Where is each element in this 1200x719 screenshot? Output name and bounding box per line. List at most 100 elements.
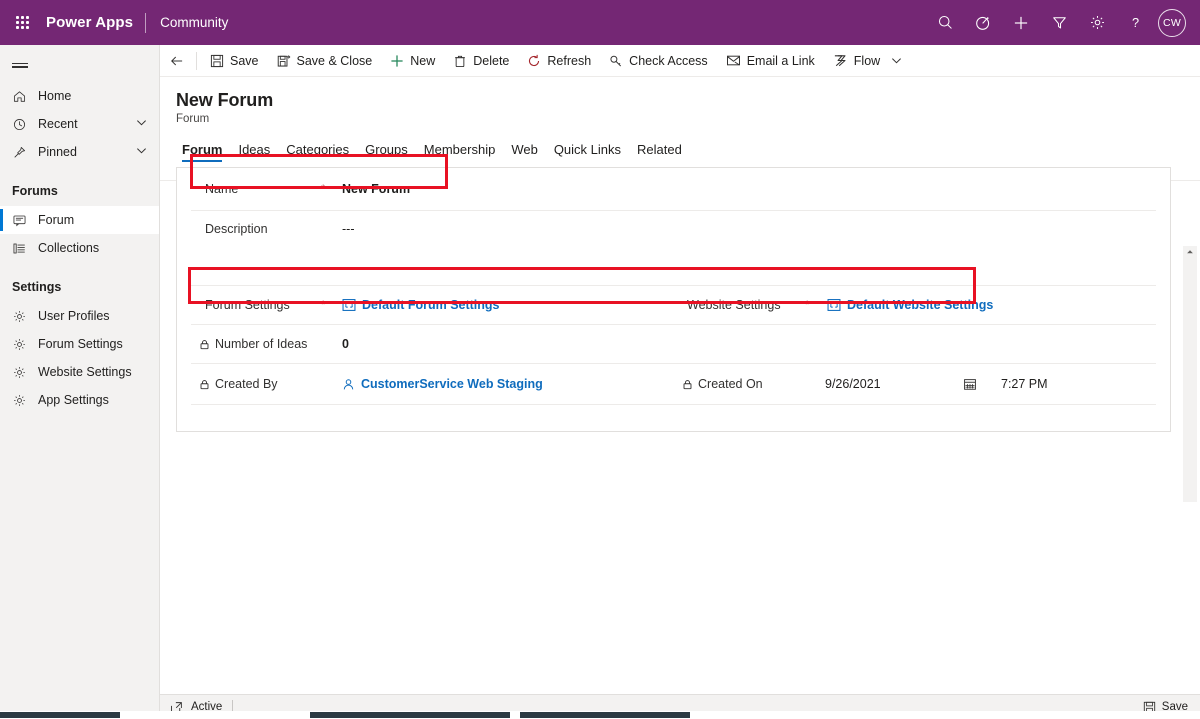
website-settings-value: Default Website Settings [847, 298, 994, 312]
tab-membership[interactable]: Membership [416, 142, 504, 162]
created-on-date: 9/26/2021 [825, 377, 881, 391]
app-header: Power Apps Community ? CW [0, 0, 1200, 45]
avatar[interactable]: CW [1158, 8, 1186, 37]
form-row-settings: Forum Settings * Default Forum Settings … [177, 286, 1170, 324]
key-icon [609, 54, 623, 68]
help-icon[interactable]: ? [1116, 0, 1154, 45]
save-and-close-label: Save & Close [296, 53, 373, 68]
flow-button[interactable]: Flow [824, 45, 889, 77]
chevron-down-icon[interactable] [136, 117, 159, 131]
name-label: Name [205, 182, 239, 196]
sidebar-item-app-settings[interactable]: App Settings [0, 386, 159, 414]
sidebar-item-label: Forum Settings [38, 337, 123, 351]
settings-icon[interactable] [1078, 0, 1116, 45]
page-subtitle: Forum [176, 113, 210, 125]
scroll-thumb[interactable] [0, 712, 120, 718]
horizontal-scrollbar[interactable] [0, 711, 1200, 719]
chevron-down-icon[interactable] [136, 145, 159, 159]
sidebar-item-website-settings[interactable]: Website Settings [0, 358, 159, 386]
trash-icon [453, 54, 467, 68]
lock-icon [199, 339, 210, 350]
name-required-marker: * [321, 183, 326, 195]
tab-categories[interactable]: Categories [278, 142, 357, 162]
pin-icon [12, 145, 34, 160]
gear-icon [12, 365, 34, 380]
name-input[interactable]: New Forum [342, 182, 410, 196]
command-divider [196, 51, 197, 70]
tab-related[interactable]: Related [629, 142, 690, 162]
description-input[interactable]: --- [342, 222, 355, 236]
tab-quick-links[interactable]: Quick Links [546, 142, 629, 162]
back-arrow-icon[interactable] [160, 45, 194, 77]
form-row-created: Created By CustomerService Web Staging C… [177, 364, 1170, 404]
new-button-label: New [410, 53, 436, 68]
save-button-label: Save [230, 53, 259, 68]
sidebar-item-user-profiles[interactable]: User Profiles [0, 302, 159, 330]
sidebar-item-label: Recent [38, 117, 78, 131]
delete-button[interactable]: Delete [444, 45, 518, 77]
assistant-icon[interactable] [964, 0, 1002, 45]
tab-forum[interactable]: Forum [174, 142, 230, 162]
form-scrollbar[interactable] [1183, 246, 1197, 502]
tab-web[interactable]: Web [503, 142, 546, 162]
filter-icon[interactable] [1040, 0, 1078, 45]
form-tabs: Forum Ideas Categories Groups Membership… [160, 136, 1200, 162]
save-icon [210, 54, 224, 68]
sidebar-item-home[interactable]: Home [0, 82, 159, 110]
header-actions: ? CW [926, 0, 1200, 45]
created-by-lookup[interactable]: CustomerService Web Staging [342, 377, 543, 391]
scroll-up-icon[interactable] [1183, 246, 1197, 258]
chevron-down-icon[interactable] [889, 45, 910, 77]
forum-settings-label: Forum Settings [205, 298, 290, 312]
save-and-close-button[interactable]: Save & Close [268, 45, 382, 77]
tab-groups[interactable]: Groups [357, 142, 416, 162]
new-button[interactable]: New [381, 45, 444, 77]
tab-ideas[interactable]: Ideas [230, 142, 278, 162]
save-button[interactable]: Save [201, 45, 268, 77]
mail-icon [726, 53, 741, 68]
form-area: Name * New Forum Description --- Forum S… [176, 154, 1186, 512]
sidebar-item-forum-settings[interactable]: Forum Settings [0, 330, 159, 358]
lock-icon [682, 379, 693, 390]
refresh-button[interactable]: Refresh [518, 45, 600, 77]
brand-label[interactable]: Power Apps [44, 14, 145, 31]
created-by-label: Created By [199, 377, 278, 391]
check-access-button[interactable]: Check Access [600, 45, 717, 77]
entity-record-icon [827, 298, 841, 312]
sidebar-group-settings: Settings [12, 280, 62, 294]
add-icon[interactable] [1002, 0, 1040, 45]
lock-icon [199, 379, 210, 390]
record-content: New Forum Forum Forum Ideas Categories G… [160, 77, 1200, 694]
entity-record-icon [342, 298, 356, 312]
delete-button-label: Delete [473, 53, 510, 68]
sidebar-item-recent[interactable]: Recent [0, 110, 159, 138]
created-by-value: CustomerService Web Staging [361, 377, 543, 391]
scroll-thumb[interactable] [520, 712, 690, 718]
refresh-button-label: Refresh [547, 53, 592, 68]
email-a-link-button[interactable]: Email a Link [717, 45, 824, 77]
scroll-thumb[interactable] [310, 712, 510, 718]
sidebar-item-label: App Settings [38, 393, 109, 407]
app-name-label[interactable]: Community [146, 15, 228, 30]
site-map-toggle-icon[interactable] [0, 48, 159, 82]
sidebar-item-label: Collections [38, 241, 100, 255]
sidebar-item-collections[interactable]: Collections [0, 234, 159, 262]
sidebar-item-label: Forum [38, 213, 75, 227]
website-settings-lookup[interactable]: Default Website Settings [827, 298, 993, 312]
calendar-icon [963, 377, 977, 391]
sidebar-item-label: Pinned [38, 145, 77, 159]
sidebar-item-forum[interactable]: Forum [0, 206, 159, 234]
sidebar-item-pinned[interactable]: Pinned [0, 138, 159, 166]
waffle-icon[interactable] [0, 0, 44, 45]
save-close-icon [277, 54, 291, 68]
forum-settings-lookup[interactable]: Default Forum Settings [342, 298, 500, 312]
form-row-description: Description --- [177, 211, 1170, 247]
refresh-icon [527, 54, 541, 68]
search-icon[interactable] [926, 0, 964, 45]
created-on-label-text: Created On [698, 377, 763, 391]
plus-icon [390, 54, 404, 68]
person-icon [342, 378, 355, 391]
sidebar-group-forums: Forums [12, 184, 58, 198]
